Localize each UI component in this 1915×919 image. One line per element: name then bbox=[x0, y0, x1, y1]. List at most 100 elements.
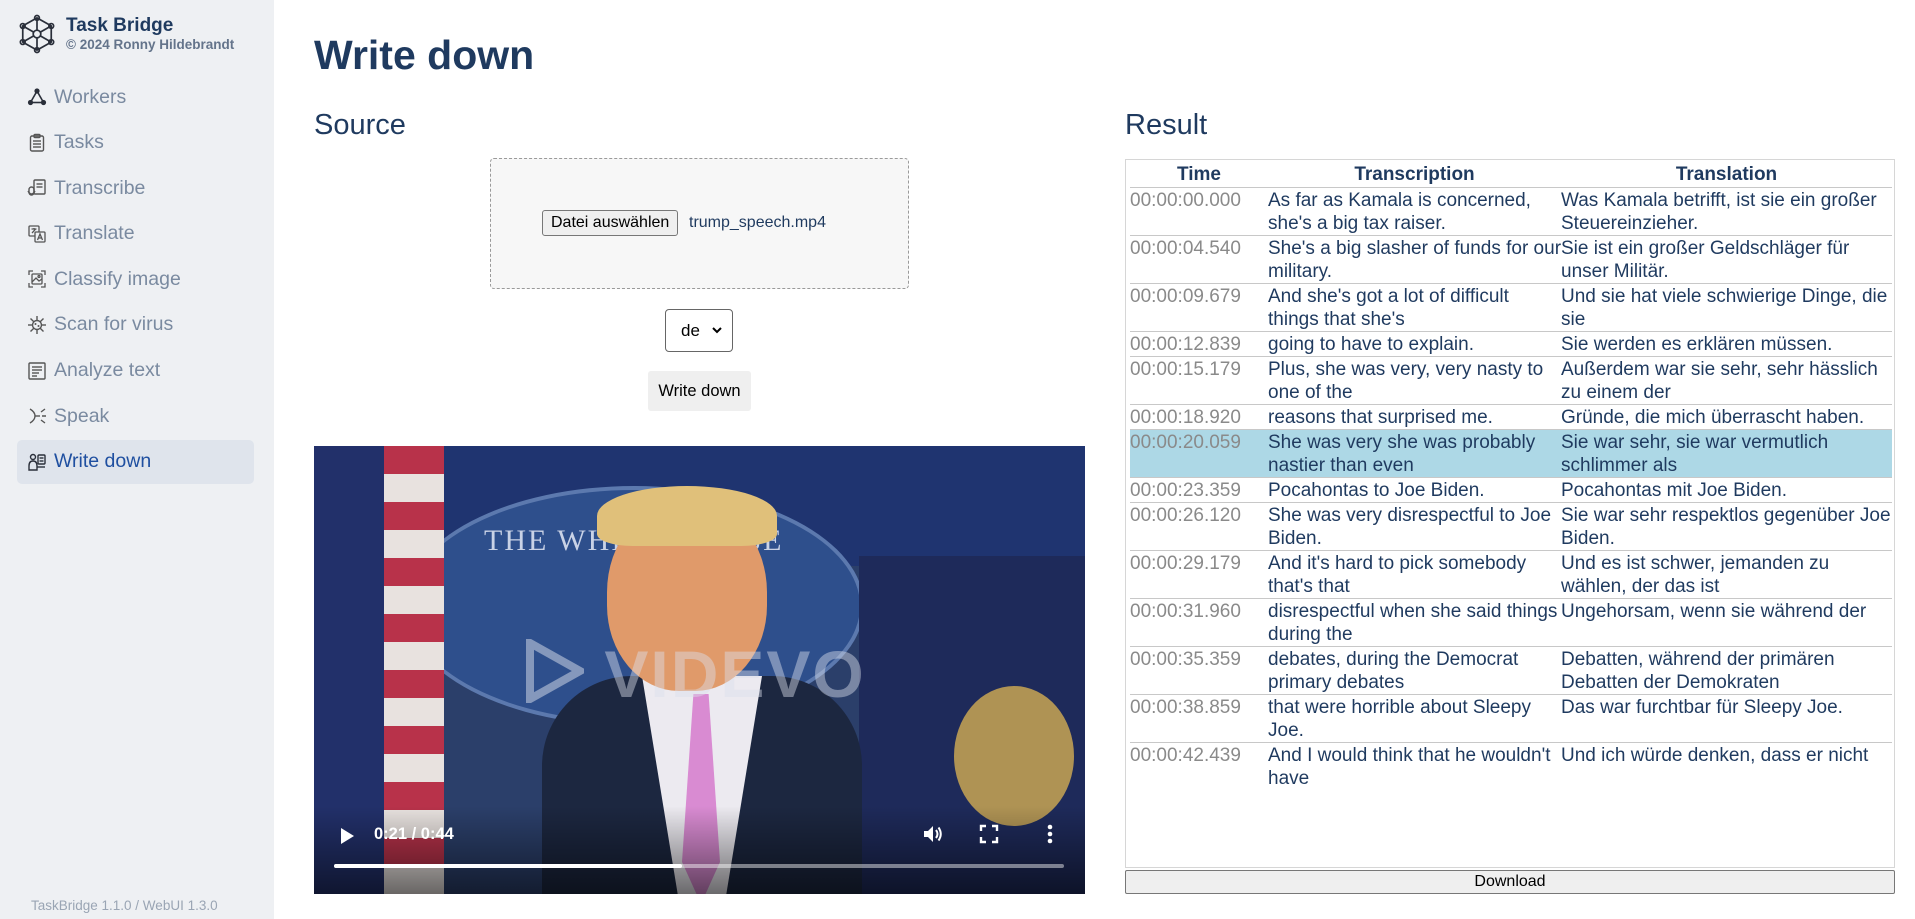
transcription-cell: And she's got a lot of difficult things … bbox=[1268, 282, 1561, 331]
table-row: 00:00:18.920 reasons that surprised me. Gr… bbox=[1130, 403, 1892, 429]
fullscreen-icon[interactable] bbox=[979, 824, 999, 844]
translation-cell: Und sie hat viele schwierige Dinge, die … bbox=[1561, 282, 1892, 331]
time-cell: 00:00:38.859 bbox=[1130, 693, 1268, 742]
transcription-cell: Plus, she was very, very nasty to one of… bbox=[1268, 355, 1561, 404]
time-cell: 00:00:42.439 bbox=[1130, 741, 1268, 790]
sidebar-item-speak[interactable]: Speak bbox=[17, 394, 254, 438]
sidebar-item-scan-for-virus[interactable]: Scan for virus bbox=[17, 303, 254, 347]
sidebar-item-tasks[interactable]: Tasks bbox=[17, 121, 254, 165]
translation-cell: Gründe, die mich überrascht haben. bbox=[1561, 403, 1892, 429]
transcription-cell: As far as Kamala is concerned, she's a b… bbox=[1268, 186, 1561, 235]
time-cell: 00:00:35.359 bbox=[1130, 645, 1268, 694]
brand[interactable]: Task Bridge © 2024 Ronny Hildebrandt bbox=[18, 14, 234, 54]
time-cell: 00:00:20.059 bbox=[1130, 428, 1268, 477]
virus-icon bbox=[28, 315, 46, 334]
transcription-cell: She was very disrespectful to Joe Biden. bbox=[1268, 501, 1561, 550]
translation-cell: Ungehorsam, wenn sie während der bbox=[1561, 597, 1892, 646]
watermark-play-icon bbox=[526, 636, 589, 706]
sidebar-item-analyze-text[interactable]: Analyze text bbox=[17, 349, 254, 393]
table-row: 00:00:23.359 Pocahontas to Joe Biden. Poca… bbox=[1130, 476, 1892, 502]
time-cell: 00:00:23.359 bbox=[1130, 476, 1268, 502]
table-header-row: Time Transcription Translation bbox=[1130, 164, 1892, 187]
table-row: 00:00:15.179 Plus, she was very, very nas… bbox=[1130, 355, 1892, 404]
time-cell: 00:00:00.000 bbox=[1130, 186, 1268, 235]
transcription-cell: that were horrible about Sleepy Joe. bbox=[1268, 693, 1561, 742]
time-cell: 00:00:15.179 bbox=[1130, 355, 1268, 404]
version-info: TaskBridge 1.1.0 / WebUI 1.3.0 bbox=[31, 898, 218, 913]
translation-cell: Sie ist ein großer Geldschläger für unse… bbox=[1561, 234, 1892, 283]
table-row: 00:00:04.540 She's a big slasher of funds… bbox=[1130, 234, 1892, 283]
column-header-transcription: Transcription bbox=[1354, 164, 1475, 186]
sidebar-item-label: Analyze text bbox=[54, 359, 161, 382]
video-watermark: VIDEVO bbox=[524, 636, 866, 712]
transcription-cell: debates, during the Democrat primary deb… bbox=[1268, 645, 1561, 694]
time-cell: 00:00:09.679 bbox=[1130, 282, 1268, 331]
column-header-translation: Translation bbox=[1675, 164, 1778, 186]
time-cell: 00:00:29.179 bbox=[1130, 549, 1268, 598]
column-header-time: Time bbox=[1176, 164, 1221, 186]
translation-cell: Und ich würde denken, dass er nicht bbox=[1561, 741, 1892, 790]
download-button[interactable]: Download bbox=[1125, 870, 1895, 894]
language-select[interactable]: de bbox=[665, 309, 733, 352]
video-progress-track[interactable] bbox=[334, 864, 1064, 868]
sidebar-item-label: Tasks bbox=[54, 131, 104, 154]
sidebar-item-label: Speak bbox=[54, 404, 110, 427]
sidebar-item-transcribe[interactable]: Transcribe bbox=[17, 166, 254, 210]
time-cell: 00:00:18.920 bbox=[1130, 403, 1268, 429]
time-cell: 00:00:31.960 bbox=[1130, 597, 1268, 646]
table-row: 00:00:00.000 As far as Kamala is concerne… bbox=[1130, 186, 1892, 235]
time-cell: 00:00:04.540 bbox=[1130, 234, 1268, 283]
table-row: 00:00:29.179 And it's hard to pick somebo… bbox=[1130, 549, 1892, 598]
video-watermark-text: VIDEVO bbox=[604, 637, 866, 711]
transcription-cell: She's a big slasher of funds for our mil… bbox=[1268, 234, 1561, 283]
language-select-value: de bbox=[681, 320, 700, 340]
translation-cell: Und es ist schwer, jemanden zu wählen, d… bbox=[1561, 549, 1892, 598]
video-person-hair bbox=[597, 486, 777, 546]
sidebar-item-label: Write down bbox=[54, 450, 152, 473]
sidebar-item-label: Scan for virus bbox=[54, 313, 174, 336]
play-icon[interactable] bbox=[338, 826, 356, 846]
sidebar-item-label: Transcribe bbox=[54, 176, 146, 199]
sidebar-item-write-down[interactable]: Write down bbox=[17, 439, 254, 484]
page-title: Write down bbox=[314, 32, 535, 78]
translate-icon bbox=[28, 225, 46, 243]
sidebar-item-label: Classify image bbox=[54, 267, 181, 290]
time-cell: 00:00:26.120 bbox=[1130, 501, 1268, 550]
app-name: Task Bridge bbox=[66, 15, 174, 36]
video-time-display: 0:21 / 0:44 bbox=[374, 825, 454, 843]
translation-cell: Sie werden es erklären müssen. bbox=[1561, 330, 1892, 356]
tasks-icon bbox=[29, 133, 45, 152]
translation-cell: Das war furchtbar für Sleepy Joe. bbox=[1561, 693, 1892, 742]
choose-file-button[interactable]: Datei auswählen bbox=[542, 210, 679, 236]
translation-cell: Sie war sehr, sie war vermutlich schlimm… bbox=[1561, 428, 1892, 477]
speak-icon bbox=[29, 408, 46, 424]
translation-cell: Pocahontas mit Joe Biden. bbox=[1561, 476, 1892, 502]
sidebar-item-classify-image[interactable]: Classify image bbox=[17, 257, 254, 301]
sidebar: Task Bridge © 2024 Ronny Hildebrandt Wor… bbox=[0, 0, 274, 919]
sidebar-item-workers[interactable]: Workers bbox=[17, 75, 254, 119]
sidebar-item-translate[interactable]: Translate bbox=[17, 212, 254, 256]
volume-icon[interactable] bbox=[922, 823, 944, 845]
translation-cell: Was Kamala betrifft, ist sie ein großer … bbox=[1561, 186, 1892, 235]
table-row: 00:00:38.859 that were horrible about Sle… bbox=[1130, 693, 1892, 742]
source-heading: Source bbox=[314, 109, 406, 141]
table-row: 00:00:26.120 She was very disrespectful t… bbox=[1130, 501, 1892, 550]
write-down-button[interactable]: Write down bbox=[648, 371, 751, 411]
transcription-cell: reasons that surprised me. bbox=[1268, 403, 1561, 429]
table-row: 00:00:20.059 She was very she was probabl… bbox=[1130, 428, 1892, 477]
video-progress-fill bbox=[334, 864, 683, 868]
transcribe-icon bbox=[27, 179, 46, 196]
table-row: 00:00:42.439 And I would think that he wo… bbox=[1130, 741, 1892, 790]
classify-image-icon bbox=[28, 270, 46, 289]
result-heading: Result bbox=[1125, 109, 1208, 141]
translation-cell: Debatten, während der primären Debatten … bbox=[1561, 645, 1892, 694]
video-player[interactable]: THE WHITE HOUSE VIDEVO 0:21 / 0:44 bbox=[314, 446, 1085, 894]
logo-icon bbox=[19, 14, 55, 54]
transcription-cell: And I would think that he wouldn't have bbox=[1268, 741, 1561, 790]
write-down-icon bbox=[28, 453, 46, 471]
workers-icon bbox=[27, 88, 47, 106]
more-options-icon[interactable] bbox=[1046, 823, 1054, 845]
result-table-container[interactable]: Time Transcription Translation 00:00:00.… bbox=[1125, 159, 1895, 868]
file-dropzone[interactable]: Datei auswählen trump_speech.mp4 bbox=[490, 158, 909, 289]
sidebar-nav: Workers Tasks Transcribe Translate Class… bbox=[17, 75, 254, 485]
